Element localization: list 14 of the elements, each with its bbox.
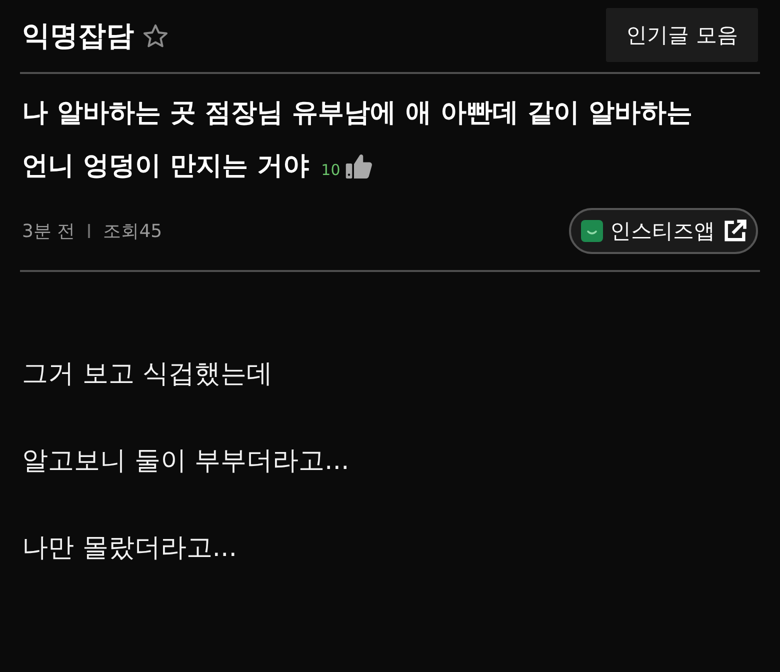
- popular-posts-button[interactable]: 인기글 모음: [606, 8, 758, 62]
- star-icon[interactable]: [142, 22, 169, 50]
- like-count: 10: [321, 160, 340, 178]
- post-title: 언니 엉덩이 만지는 거야: [22, 150, 310, 183]
- view-count: 조회45: [103, 220, 162, 243]
- post-time: 3분 전: [22, 220, 76, 243]
- body-paragraph: 그거 보고 식겁했는데: [22, 358, 273, 391]
- board-title: 익명잡담: [22, 19, 134, 53]
- external-link-icon: [722, 218, 748, 244]
- app-logo-icon: [581, 220, 603, 242]
- body-paragraph: 알고보니 둘이 부부더라고...: [22, 445, 350, 478]
- app-button[interactable]: 인스티즈앱: [569, 208, 758, 254]
- body-paragraph: 나만 몰랐더라고...: [22, 532, 238, 565]
- post-title: 나 알바하는 곳 점장님 유부남에 애 아빤데 같이 알바하는: [22, 97, 692, 130]
